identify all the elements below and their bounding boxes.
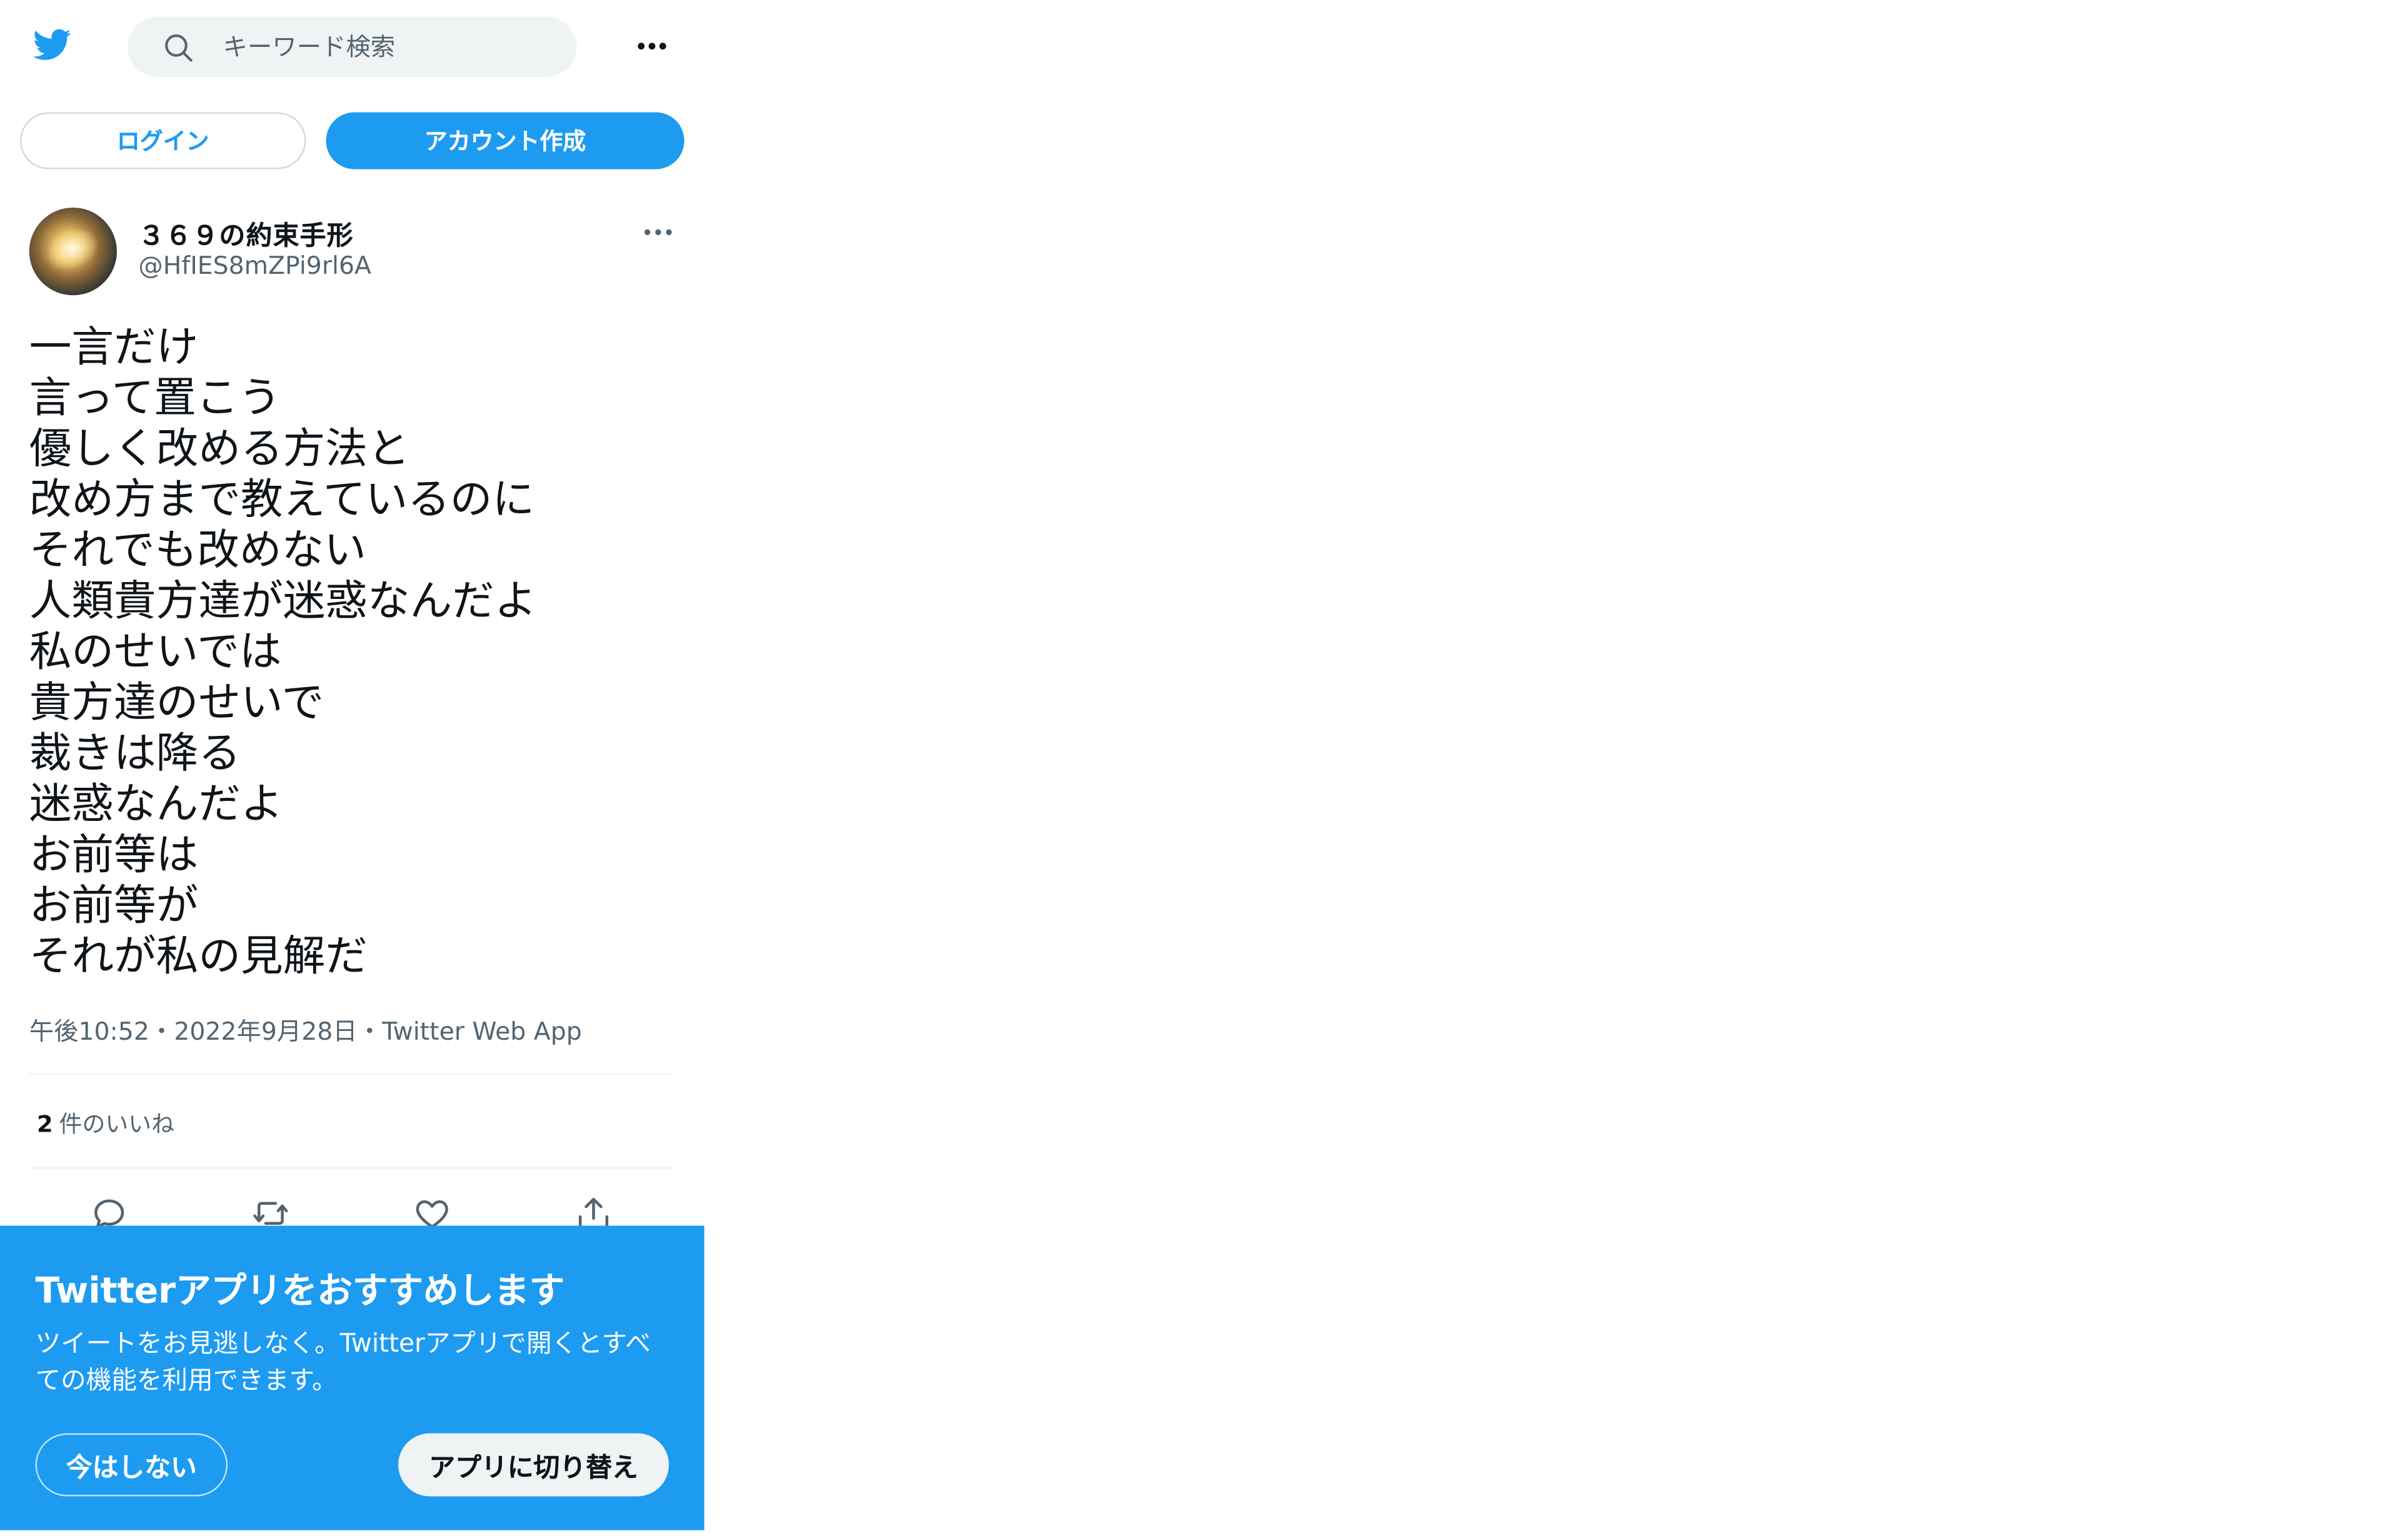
not-now-button[interactable]: 今はしない <box>35 1433 228 1497</box>
tweet-line: 人類貴方達が迷惑なんだよ <box>29 576 537 626</box>
tweet-line: 改め方まで教えているのに <box>29 475 535 525</box>
tweet-line: 迷惑なんだよ <box>29 780 283 829</box>
twitter-bird-icon[interactable] <box>29 24 74 64</box>
divider <box>29 1073 674 1075</box>
tweet-line: お前等は <box>29 830 199 880</box>
login-button[interactable]: ログイン <box>19 112 306 169</box>
author-handle[interactable]: @HfIES8mZPi9rl6A <box>138 251 371 280</box>
meta-separator: ・ <box>357 1016 383 1046</box>
tweet-page-column: ログイン アカウント作成 ３６９の約束手形 @HfIES8mZPi9rl6A 一… <box>0 0 705 1530</box>
tweet-text: 一言だけ 言って置こう 優しく改める方法と 改め方まで教えているのに それでも改… <box>29 323 675 983</box>
likes-count: 2 <box>37 1110 53 1138</box>
likes-label: 件のいいね <box>59 1110 175 1138</box>
tweet-date[interactable]: 2022年9月28日 <box>174 1017 357 1046</box>
tweet-line: 私のせいでは <box>29 627 282 677</box>
tweet-line: 裁きは降る <box>29 728 241 778</box>
author-display-name[interactable]: ３６９の約束手形 <box>138 214 353 252</box>
divider <box>29 1167 674 1169</box>
tweet-line: お前等が <box>29 881 199 931</box>
banner-body: ツイートをお見逃しなく。Twitterアプリで開くとすべての機能を利用できます。 <box>35 1329 651 1395</box>
tweet-source[interactable]: Twitter Web App <box>382 1017 582 1046</box>
tweet-meta: 午後10:52・2022年9月28日・Twitter Web App <box>29 1010 582 1047</box>
signup-button[interactable]: アカウント作成 <box>326 112 685 169</box>
banner-title: Twitterアプリをおすすめします <box>35 1272 565 1312</box>
meta-separator: ・ <box>149 1016 174 1046</box>
tweet-time[interactable]: 午後10:52 <box>29 1017 149 1046</box>
search-input[interactable] <box>223 32 531 62</box>
tweet-line: 一言だけ <box>29 323 199 373</box>
tweet-line: 優しく改める方法と <box>29 424 410 474</box>
tweet-line: 言って置こう <box>29 373 281 423</box>
tweet-line: それが私の見解だ <box>29 932 368 982</box>
tweet-line: それでも改めない <box>29 526 366 575</box>
tweet-line: 貴方達のせいで <box>29 678 324 728</box>
likes-link[interactable]: 2 件のいいね <box>37 1107 174 1140</box>
avatar[interactable] <box>29 208 117 296</box>
tweet-more-icon[interactable] <box>638 218 678 246</box>
search-bar[interactable] <box>128 17 577 77</box>
search-icon <box>165 33 193 61</box>
more-icon[interactable] <box>631 31 674 61</box>
switch-to-app-button[interactable]: アプリに切り替え <box>398 1433 670 1497</box>
